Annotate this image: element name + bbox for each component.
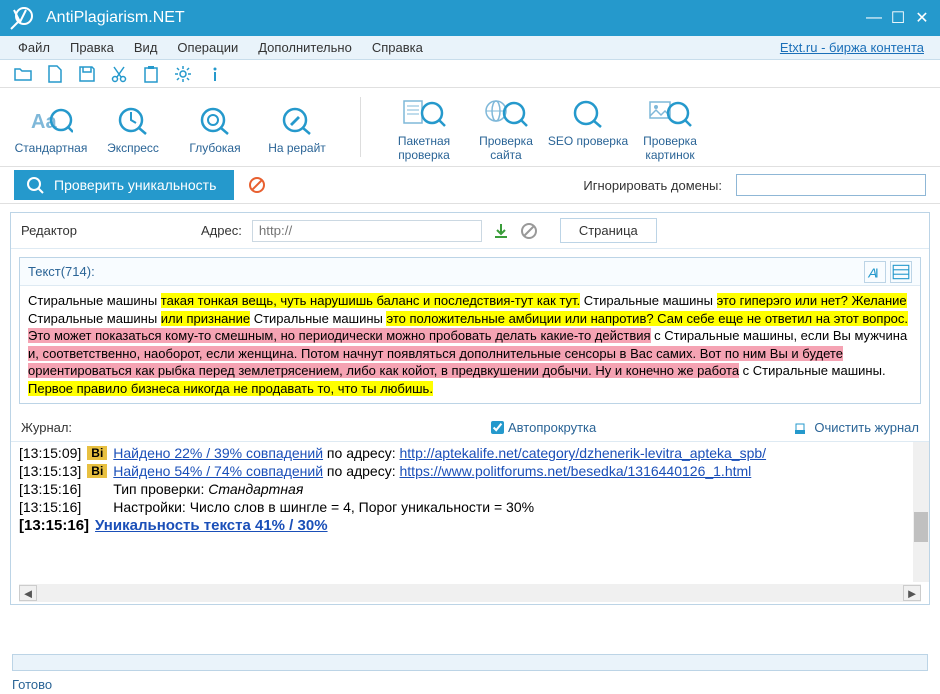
- font-style-icon[interactable]: AI: [864, 261, 886, 283]
- bing-badge: Bi: [87, 446, 107, 460]
- rewrite-icon: [278, 102, 316, 140]
- seo-check[interactable]: SEO проверка: [547, 91, 629, 149]
- toolbar: [0, 60, 940, 88]
- maximize-button[interactable]: ☐: [888, 8, 908, 28]
- text-header-label: Текст(714):: [28, 264, 860, 279]
- statusbar: Готово: [0, 650, 940, 694]
- journal-row: [13:15:16] Настройки: Число слов в шингл…: [19, 498, 921, 516]
- standard-icon: Aa: [29, 102, 73, 140]
- ignore-domains-input[interactable]: [736, 174, 926, 196]
- seo-check-label: SEO проверка: [548, 135, 628, 149]
- menu-edit[interactable]: Правка: [60, 40, 124, 55]
- download-icon[interactable]: [492, 222, 510, 240]
- express-icon: [114, 102, 152, 140]
- mode-rewrite[interactable]: На рерайт: [256, 98, 338, 156]
- uniqueness-result[interactable]: Уникальность текста 41% / 30%: [95, 517, 328, 534]
- autoscroll-input[interactable]: [491, 421, 504, 434]
- deep-icon: [196, 102, 234, 140]
- page-tab[interactable]: Страница: [560, 218, 657, 243]
- scroll-left-icon[interactable]: ◄: [19, 585, 37, 601]
- autoscroll-checkbox[interactable]: Автопрокрутка: [491, 420, 596, 435]
- journal-row: [13:15:09] Bi Найдено 22% / 39% совпаден…: [19, 444, 921, 462]
- editor-panel: Редактор Адрес: Страница Текст(714): AI …: [10, 212, 930, 605]
- address-input[interactable]: [252, 220, 482, 242]
- image-check-label: Проверка картинок: [629, 135, 711, 163]
- new-file-icon[interactable]: [46, 65, 64, 83]
- journal-body: [13:15:09] Bi Найдено 22% / 39% совпаден…: [11, 442, 929, 582]
- svg-text:I: I: [875, 265, 879, 280]
- titlebar: AntiPlagiarism.NET — ☐ ✕: [0, 0, 940, 36]
- mode-express[interactable]: Экспресс: [92, 98, 174, 156]
- address-row: Редактор Адрес: Страница: [11, 213, 929, 249]
- batch-check[interactable]: Пакетная проверка: [383, 91, 465, 163]
- mode-deep-label: Глубокая: [189, 142, 240, 156]
- mode-standard-label: Стандартная: [15, 142, 88, 156]
- journal-row: [13:15:13] Bi Найдено 54% / 74% совпаден…: [19, 462, 921, 480]
- journal-url[interactable]: https://www.politforums.net/besedka/1316…: [400, 463, 752, 479]
- address-label: Адрес:: [201, 223, 242, 238]
- bing-badge: Bi: [87, 464, 107, 478]
- site-check[interactable]: Проверка сайта: [465, 91, 547, 163]
- image-icon: [648, 95, 692, 133]
- clear-journal-button[interactable]: Очистить журнал: [792, 420, 919, 436]
- ribbon: Aa Стандартная Экспресс Глубокая На рера…: [0, 88, 940, 166]
- journal-row: [13:15:16] Тип проверки: Стандартная: [19, 480, 921, 498]
- paste-icon[interactable]: [142, 65, 160, 83]
- text-panel: Текст(714): AI Стиральные машины такая т…: [19, 257, 921, 404]
- menu-extra[interactable]: Дополнительно: [248, 40, 362, 55]
- etxt-link[interactable]: Etxt.ru - биржа контента: [780, 40, 932, 55]
- ribbon-separator: [360, 97, 361, 157]
- vertical-scrollbar[interactable]: [913, 442, 929, 582]
- journal-link[interactable]: Найдено 54% / 74% совпадений: [113, 463, 323, 479]
- site-icon: [484, 95, 528, 133]
- check-uniqueness-button[interactable]: Проверить уникальность: [14, 170, 234, 200]
- layout-icon[interactable]: [890, 261, 912, 283]
- info-icon[interactable]: [206, 65, 224, 83]
- journal-url[interactable]: http://aptekalife.net/category/dzhenerik…: [400, 445, 767, 461]
- batch-check-label: Пакетная проверка: [383, 135, 465, 163]
- menubar: Файл Правка Вид Операции Дополнительно С…: [0, 36, 940, 60]
- horizontal-scrollbar[interactable]: ◄ ►: [19, 584, 921, 602]
- batch-icon: [402, 95, 446, 133]
- seo-icon: [569, 95, 607, 133]
- journal-panel: Журнал: Автопрокрутка Очистить журнал [1…: [11, 414, 929, 602]
- mode-rewrite-label: На рерайт: [268, 142, 326, 156]
- app-logo-icon: [8, 4, 36, 32]
- status-text: Готово: [0, 675, 940, 694]
- menu-operations[interactable]: Операции: [167, 40, 248, 55]
- settings-icon[interactable]: [174, 65, 192, 83]
- menu-view[interactable]: Вид: [124, 40, 168, 55]
- cut-icon[interactable]: [110, 65, 128, 83]
- journal-row-result: [13:15:16] Уникальность текста 41% / 30%: [19, 516, 921, 535]
- progress-bar: [12, 654, 928, 671]
- editor-label: Редактор: [21, 223, 191, 238]
- menu-file[interactable]: Файл: [8, 40, 60, 55]
- check-bar: Проверить уникальность Игнорировать доме…: [0, 166, 940, 204]
- mode-standard[interactable]: Aa Стандартная: [10, 98, 92, 156]
- close-button[interactable]: ✕: [912, 8, 932, 28]
- journal-link[interactable]: Найдено 22% / 39% совпадений: [113, 445, 323, 461]
- open-folder-icon[interactable]: [14, 65, 32, 83]
- cancel-icon[interactable]: [520, 222, 538, 240]
- menu-help[interactable]: Справка: [362, 40, 433, 55]
- mode-deep[interactable]: Глубокая: [174, 98, 256, 156]
- scroll-right-icon[interactable]: ►: [903, 585, 921, 601]
- text-body[interactable]: Стиральные машины такая тонкая вещь, чут…: [20, 286, 920, 403]
- save-icon[interactable]: [78, 65, 96, 83]
- mode-express-label: Экспресс: [107, 142, 159, 156]
- stop-icon[interactable]: [248, 176, 266, 194]
- journal-label: Журнал:: [21, 420, 471, 435]
- site-check-label: Проверка сайта: [465, 135, 547, 163]
- image-check[interactable]: Проверка картинок: [629, 91, 711, 163]
- check-button-label: Проверить уникальность: [54, 177, 216, 193]
- app-title: AntiPlagiarism.NET: [46, 9, 864, 27]
- ignore-domains-label: Игнорировать домены:: [583, 178, 722, 193]
- minimize-button[interactable]: —: [864, 8, 884, 28]
